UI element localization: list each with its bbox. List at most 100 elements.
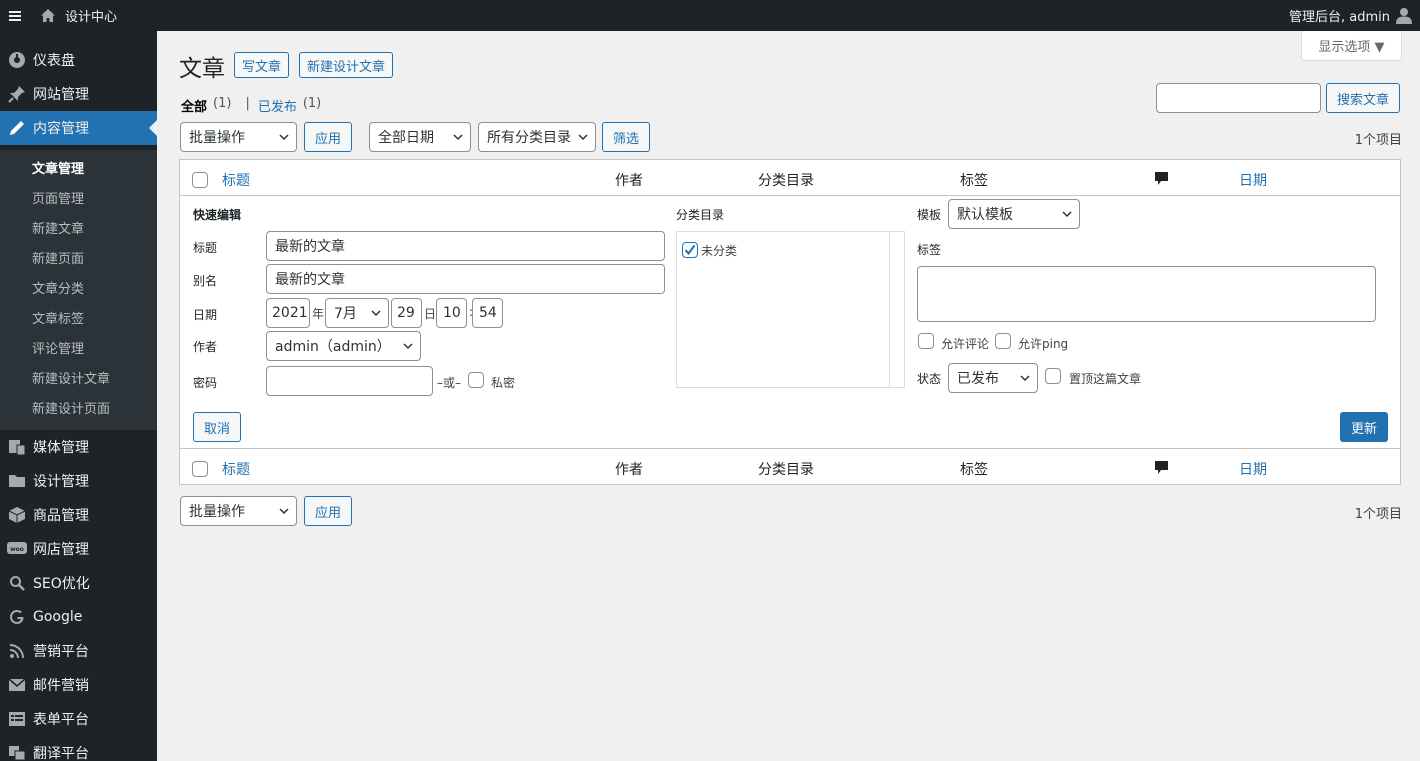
allow-comments-checkbox[interactable]	[918, 333, 934, 349]
column-author: 作者	[615, 173, 643, 189]
items-count: 1个项目	[1354, 133, 1402, 148]
cancel-button[interactable]: 取消	[193, 412, 241, 442]
submenu-new-post[interactable]: 新建文章	[32, 218, 84, 237]
submenu-new-page[interactable]: 新建页面	[32, 248, 84, 267]
categories-select[interactable]: 所有分类目录	[478, 122, 596, 152]
filter-separator: |	[245, 96, 250, 111]
sidebar-item-forms[interactable]: 表单平台	[0, 702, 157, 736]
sticky-checkbox[interactable]	[1045, 368, 1061, 384]
apply-button-bottom[interactable]: 应用	[304, 496, 352, 526]
password-label: 密码	[193, 376, 218, 390]
add-design-post-button[interactable]: 新建设计文章	[299, 52, 394, 78]
sidebar-item-seo[interactable]: SEO优化	[0, 566, 157, 600]
filter-published-link[interactable]: 已发布	[258, 96, 297, 115]
edit-icon	[0, 119, 33, 137]
sidebar-item-google[interactable]: Google	[0, 600, 157, 634]
month-select[interactable]: 7月	[325, 298, 389, 328]
sidebar-item-design[interactable]: 设计管理	[0, 464, 157, 498]
day-input[interactable]: 29	[391, 298, 422, 328]
filter-all-count: (1)	[213, 96, 232, 111]
slug-label: 别名	[193, 274, 218, 288]
pin-icon	[0, 85, 33, 103]
select-all-checkbox[interactable]	[192, 172, 208, 188]
submenu-new-design-page[interactable]: 新建设计页面	[32, 398, 110, 417]
title-input[interactable]: 最新的文章	[266, 231, 665, 261]
submenu-categories[interactable]: 文章分类	[32, 278, 84, 297]
comment-icon[interactable]	[1154, 460, 1169, 480]
comment-icon[interactable]	[1154, 171, 1169, 191]
home-icon[interactable]	[36, 0, 60, 31]
minute-input[interactable]: 54	[472, 298, 503, 328]
bulk-actions-select-bottom[interactable]: 批量操作	[180, 496, 297, 526]
search-posts-button[interactable]: 搜索文章	[1326, 83, 1400, 113]
sidebar-item-marketing[interactable]: 营销平台	[0, 634, 157, 668]
author-select[interactable]: admin（admin）	[266, 331, 421, 361]
column-tags-footer: 标签	[960, 462, 988, 478]
checkmark-icon	[684, 244, 696, 256]
column-title[interactable]: 标题	[222, 170, 250, 190]
password-input[interactable]	[266, 366, 433, 396]
add-post-button[interactable]: 写文章	[234, 52, 290, 78]
dates-value: 全部日期	[378, 130, 434, 146]
sidebar-item-products[interactable]: 商品管理	[0, 498, 157, 532]
chevron-down-icon	[278, 505, 290, 521]
screen-options-button[interactable]: 显示选项 ▼	[1301, 31, 1402, 61]
media-icon	[0, 438, 33, 456]
sidebar-item-media[interactable]: 媒体管理	[0, 430, 157, 464]
column-title-footer[interactable]: 标题	[222, 459, 250, 479]
date-label: 日期	[193, 308, 218, 322]
greeting-text: 管理后台, admin	[1289, 10, 1390, 25]
sidebar-item-shop[interactable]: woo 网店管理	[0, 532, 157, 566]
select-all-checkbox-footer[interactable]	[192, 461, 208, 477]
slug-input[interactable]: 最新的文章	[266, 264, 665, 294]
scrollbar[interactable]	[889, 232, 890, 387]
chevron-down-icon	[402, 340, 414, 356]
apply-button[interactable]: 应用	[304, 122, 352, 152]
private-checkbox[interactable]	[468, 372, 484, 388]
column-date[interactable]: 日期	[1239, 170, 1267, 190]
submenu-posts[interactable]: 文章管理	[32, 158, 84, 177]
folder-icon	[0, 473, 33, 489]
sidebar-item-label: 翻译平台	[33, 746, 89, 761]
category-checkbox[interactable]	[682, 242, 698, 258]
dates-select[interactable]: 全部日期	[369, 122, 471, 152]
hamburger-icon[interactable]	[0, 0, 30, 31]
submenu-tags[interactable]: 文章标签	[32, 308, 84, 327]
sidebar-item-email[interactable]: 邮件营销	[0, 668, 157, 702]
sidebar-item-label: 网店管理	[33, 542, 89, 558]
sidebar-item-content[interactable]: 内容管理	[0, 111, 157, 145]
status-select[interactable]: 已发布	[948, 363, 1038, 393]
filter-published-count: (1)	[302, 96, 322, 111]
author-value: admin（admin）	[275, 339, 391, 355]
dashboard-icon	[0, 51, 33, 69]
site-name-link[interactable]: 设计中心	[65, 6, 117, 25]
year-input[interactable]: 2021	[266, 298, 310, 328]
column-date-footer[interactable]: 日期	[1239, 459, 1267, 479]
categories-value: 所有分类目录	[487, 130, 571, 146]
sidebar-item-dashboard[interactable]: 仪表盘	[0, 43, 157, 77]
google-icon	[0, 609, 33, 625]
sidebar-item-label: 设计管理	[33, 474, 89, 490]
search-input[interactable]	[1156, 83, 1321, 113]
hour-input[interactable]: 10	[436, 298, 467, 328]
tags-textarea[interactable]	[917, 266, 1376, 322]
submenu-comments[interactable]: 评论管理	[32, 338, 84, 357]
content-submenu: 文章管理 页面管理 新建文章 新建页面 文章分类 文章标签 评论管理 新建设计文…	[0, 150, 157, 430]
template-select[interactable]: 默认模板	[948, 199, 1080, 229]
filter-button[interactable]: 筛选	[602, 122, 650, 152]
filter-all-link[interactable]: 全部	[181, 96, 207, 115]
sidebar-item-translate[interactable]: 翻译平台	[0, 736, 157, 761]
allow-ping-checkbox[interactable]	[995, 333, 1011, 349]
account-menu[interactable]: 管理后台, admin	[1289, 0, 1420, 31]
sidebar-item-label: 网站管理	[33, 87, 89, 103]
submenu-new-design-post[interactable]: 新建设计文章	[32, 368, 110, 387]
rss-icon	[0, 643, 33, 659]
author-label: 作者	[193, 340, 218, 354]
bulk-actions-select[interactable]: 批量操作	[180, 122, 297, 152]
submenu-pages[interactable]: 页面管理	[32, 188, 84, 207]
column-author-footer: 作者	[615, 462, 643, 478]
status-filter-links: 全部 (1) | 已发布 (1)	[181, 96, 321, 115]
update-button[interactable]: 更新	[1340, 412, 1388, 442]
sidebar-item-label: 仪表盘	[33, 53, 75, 69]
sidebar-item-site[interactable]: 网站管理	[0, 77, 157, 111]
